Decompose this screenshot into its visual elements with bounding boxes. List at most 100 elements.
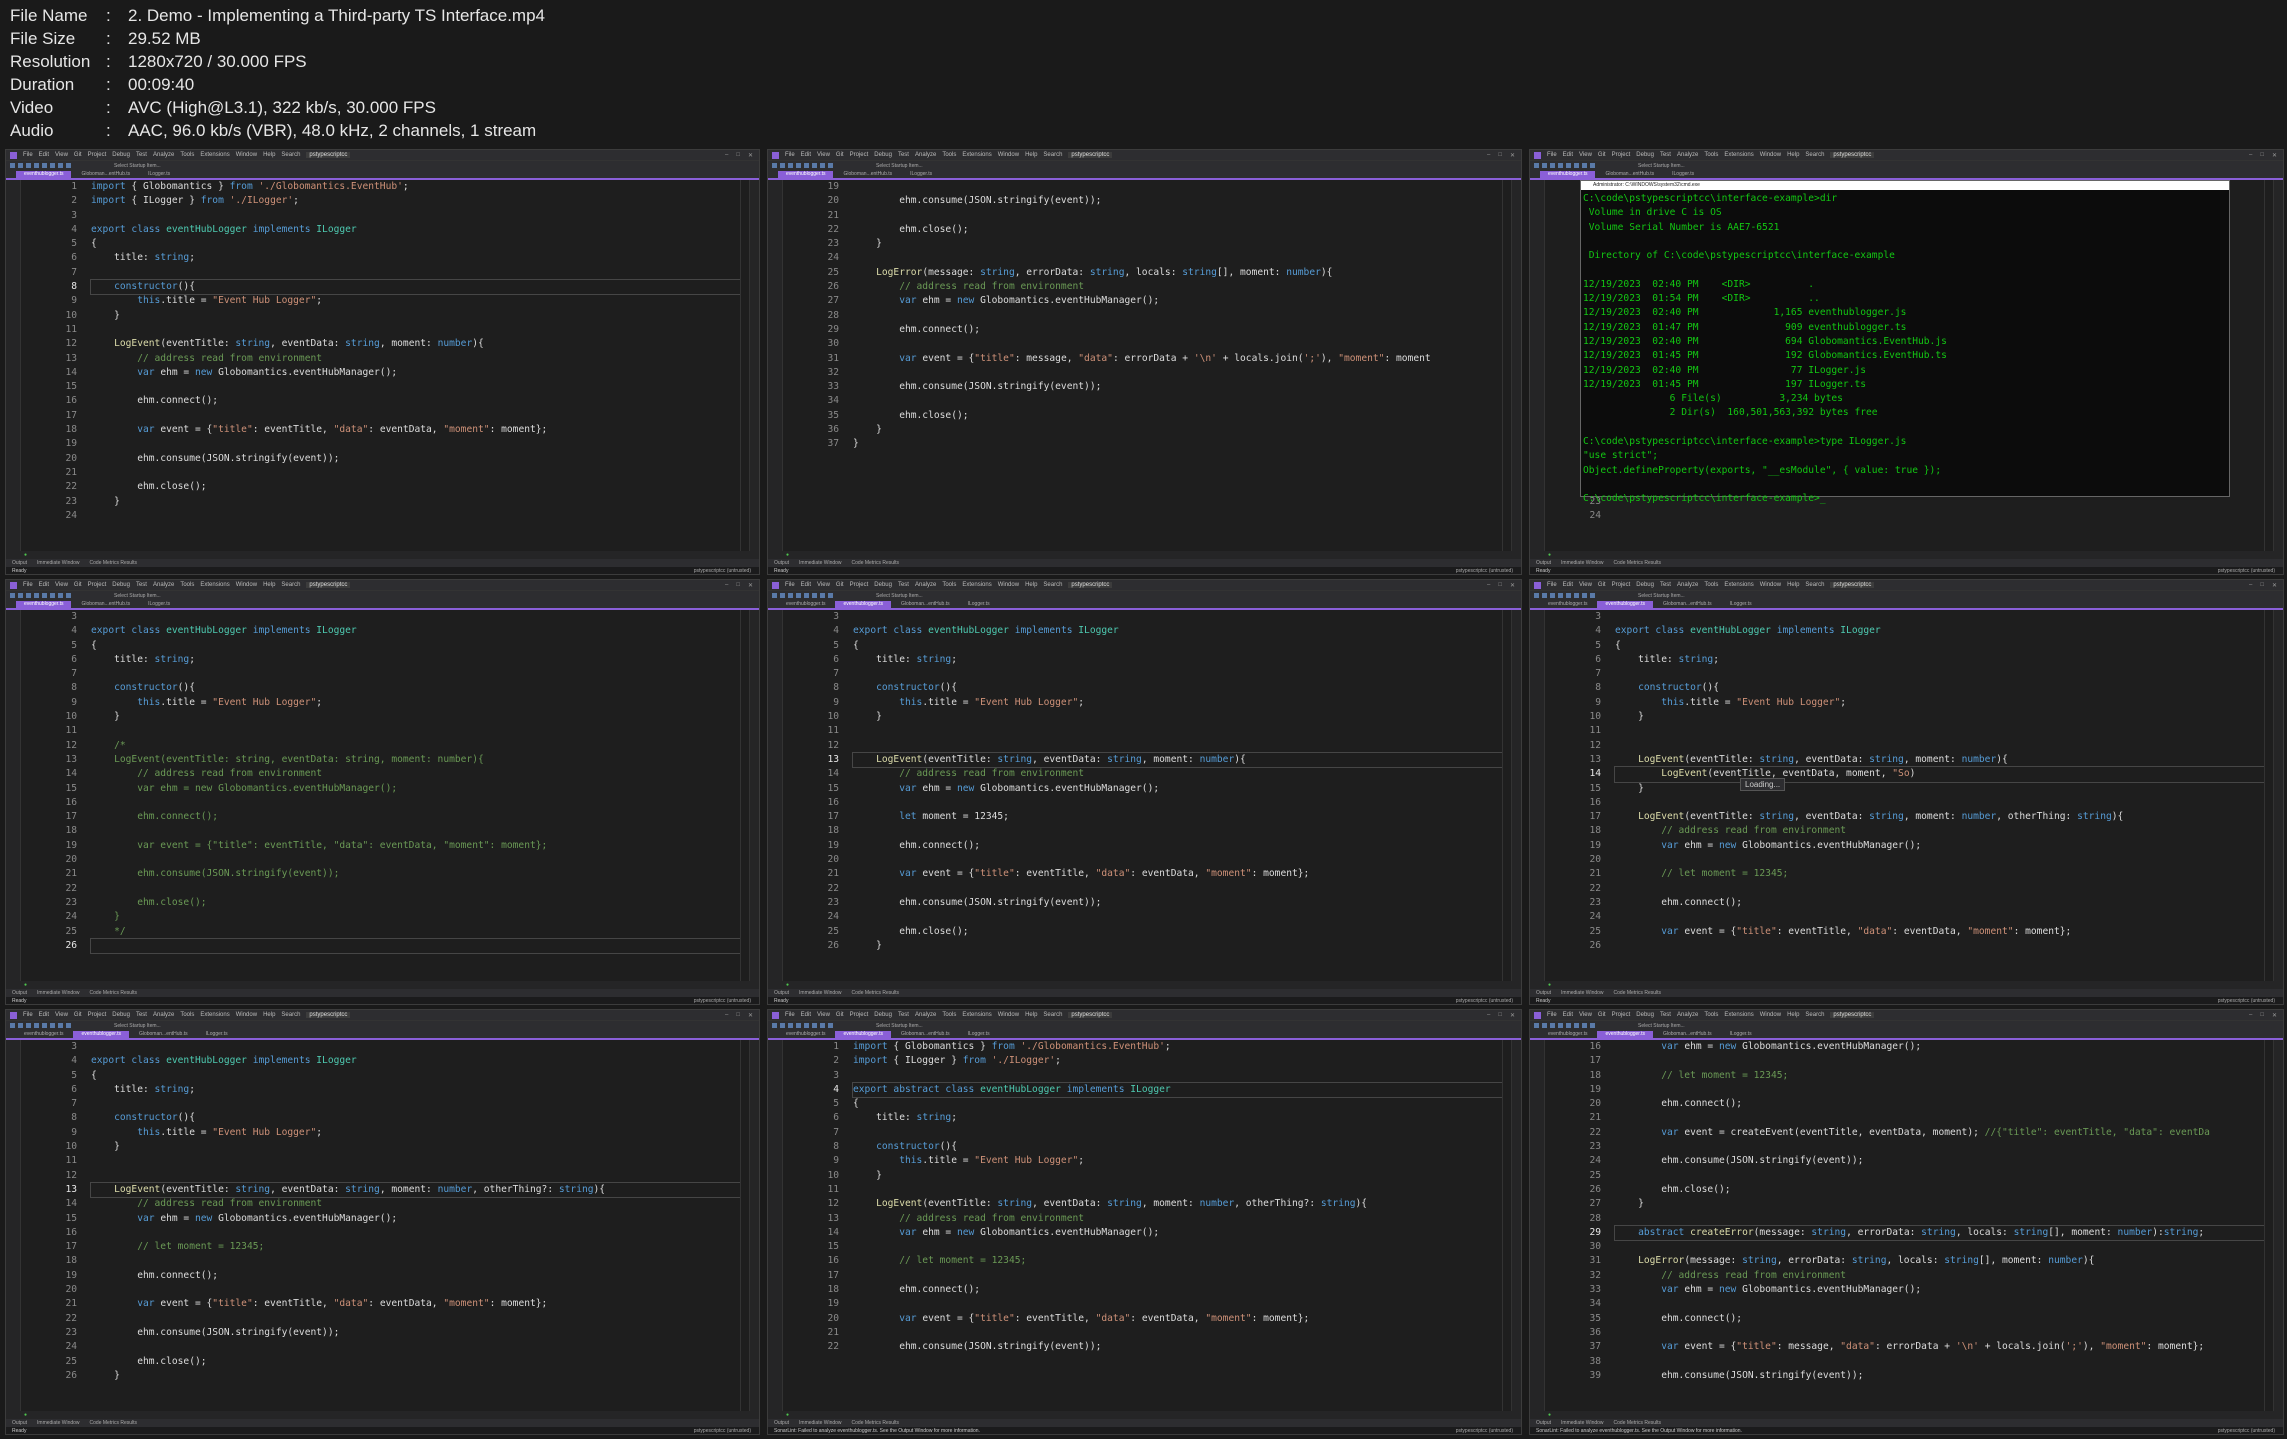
- command-prompt-window[interactable]: Administrator: C:\WINDOWS\system32\cmd.e…: [1580, 180, 2230, 504]
- toolbar-button-icon[interactable]: [780, 163, 785, 168]
- minimize-icon[interactable]: –: [2249, 1012, 2252, 1019]
- menu-item[interactable]: Project: [1612, 582, 1631, 588]
- output-tab[interactable]: Immediate Window: [37, 560, 80, 566]
- tab-file[interactable]: eventhublogger.ts: [1540, 1031, 1595, 1038]
- menu-item[interactable]: Edit: [39, 582, 49, 588]
- menu-item[interactable]: Project: [88, 152, 107, 158]
- menu-item[interactable]: Help: [1025, 1012, 1037, 1018]
- menu-item[interactable]: Git: [836, 152, 844, 158]
- menu-item[interactable]: File: [1547, 152, 1557, 158]
- menu-item[interactable]: Extensions: [1724, 1012, 1753, 1018]
- startup-item-dropdown[interactable]: Select Startup Item...: [114, 593, 161, 599]
- toolbar-button-icon[interactable]: [50, 1023, 55, 1028]
- menu-item[interactable]: Analyze: [1677, 582, 1698, 588]
- toolbox-sidebar[interactable]: [6, 1040, 21, 1411]
- output-tab[interactable]: Code Metrics Results: [852, 1420, 900, 1426]
- toolbar-button-icon[interactable]: [828, 1023, 833, 1028]
- vertical-scrollbar[interactable]: [740, 610, 749, 981]
- status-project[interactable]: pstypescriptcc (untrusted): [694, 998, 759, 1004]
- menu-item[interactable]: Search: [281, 152, 300, 158]
- status-project[interactable]: pstypescriptcc (untrusted): [694, 1428, 759, 1434]
- menu-item[interactable]: Project: [88, 582, 107, 588]
- menu-item[interactable]: Edit: [1563, 152, 1573, 158]
- menu-item[interactable]: Edit: [1563, 582, 1573, 588]
- menu-item[interactable]: Tools: [180, 582, 194, 588]
- menu-item[interactable]: Test: [136, 1012, 147, 1018]
- toolbar-button-icon[interactable]: [796, 1023, 801, 1028]
- toolbar-button-icon[interactable]: [812, 593, 817, 598]
- tab-file[interactable]: eventhublogger.ts: [1540, 171, 1596, 178]
- minimize-icon[interactable]: –: [1487, 1012, 1490, 1019]
- toolbar-button-icon[interactable]: [772, 163, 777, 168]
- output-tab[interactable]: Code Metrics Results: [90, 990, 138, 996]
- menu-item[interactable]: Extensions: [1724, 582, 1753, 588]
- output-tab[interactable]: Code Metrics Results: [1614, 990, 1662, 996]
- menu-item[interactable]: Project: [850, 1012, 869, 1018]
- close-icon[interactable]: ✕: [2272, 582, 2277, 589]
- tab-file[interactable]: ILogger.ts: [1664, 171, 1702, 178]
- menu-item[interactable]: Debug: [112, 152, 130, 158]
- toolbar-button-icon[interactable]: [34, 1023, 39, 1028]
- toolbar-button-icon[interactable]: [1566, 1023, 1571, 1028]
- menu-item[interactable]: Help: [1787, 1012, 1799, 1018]
- tab-file[interactable]: eventhublogger.ts: [16, 1031, 71, 1038]
- toolbar-button-icon[interactable]: [18, 1023, 23, 1028]
- toolbar-button-icon[interactable]: [820, 163, 825, 168]
- tab-file[interactable]: eventhublogger.ts: [778, 601, 833, 608]
- toolbar-button-icon[interactable]: [772, 593, 777, 598]
- menu-item[interactable]: Help: [263, 152, 275, 158]
- menu-item[interactable]: Debug: [1636, 582, 1654, 588]
- status-project[interactable]: pstypescriptcc (untrusted): [694, 568, 759, 574]
- code-area[interactable]: export class eventHubLogger implements I…: [87, 1040, 741, 1411]
- minimize-icon[interactable]: –: [2249, 582, 2252, 589]
- menu-item[interactable]: Test: [898, 152, 909, 158]
- code-editor[interactable]: 3 4 5 6 7 8 9 10 11 12 13 14 15 16 17 18 19 20 21 22 23 24 25 2…: [6, 610, 759, 981]
- menu-item[interactable]: View: [55, 582, 68, 588]
- toolbar-button-icon[interactable]: [1550, 163, 1555, 168]
- toolbar-button-icon[interactable]: [1566, 163, 1571, 168]
- tab-file[interactable]: Globoman...entHub.ts: [893, 1031, 958, 1038]
- menu-item[interactable]: Analyze: [153, 152, 174, 158]
- vertical-scrollbar[interactable]: [740, 1040, 749, 1411]
- menu-item[interactable]: Project: [850, 152, 869, 158]
- tab-file[interactable]: eventhublogger.ts: [73, 1031, 129, 1038]
- menu-item[interactable]: Tools: [1704, 582, 1718, 588]
- toolbar-button-icon[interactable]: [58, 593, 63, 598]
- menu-item[interactable]: Search: [1043, 152, 1062, 158]
- menu-item[interactable]: Window: [1760, 1012, 1781, 1018]
- code-editor[interactable]: 1 2 3 4 5 6 7 8 9 10 11 12 13 14 15 16 17 18 19 20 21 22 impor…: [768, 1040, 1521, 1411]
- tab-file[interactable]: ILogger.ts: [140, 601, 178, 608]
- toolbar-button-icon[interactable]: [18, 593, 23, 598]
- vertical-scrollbar[interactable]: [740, 180, 749, 551]
- output-tab[interactable]: Immediate Window: [1561, 990, 1604, 996]
- menu-item[interactable]: Analyze: [153, 582, 174, 588]
- menu-item[interactable]: Test: [898, 582, 909, 588]
- code-area[interactable]: ehm.consume(JSON.stringify(event)); ehm.…: [849, 180, 1502, 551]
- toolbar-button-icon[interactable]: [772, 1023, 777, 1028]
- tab-file[interactable]: ILogger.ts: [198, 1031, 236, 1038]
- menu-item[interactable]: File: [23, 582, 33, 588]
- menu-item[interactable]: Edit: [801, 582, 811, 588]
- menu-item[interactable]: Analyze: [1677, 1012, 1698, 1018]
- menu-item[interactable]: Tools: [180, 1012, 194, 1018]
- maximize-icon[interactable]: □: [2260, 1012, 2264, 1019]
- startup-item-dropdown[interactable]: Select Startup Item...: [114, 163, 161, 169]
- toolbar-button-icon[interactable]: [50, 593, 55, 598]
- toolbar-button-icon[interactable]: [804, 1023, 809, 1028]
- code-area[interactable]: var ehm = new Globomantics.eventHubManag…: [1611, 1040, 2265, 1411]
- menu-item[interactable]: Extensions: [962, 582, 991, 588]
- solution-explorer-sidebar[interactable]: [1511, 610, 1521, 981]
- code-area[interactable]: export class eventHubLogger implements I…: [87, 610, 741, 981]
- close-icon[interactable]: ✕: [1510, 1012, 1515, 1019]
- toolbar-button-icon[interactable]: [66, 163, 71, 168]
- menu-item[interactable]: View: [1579, 152, 1592, 158]
- status-project[interactable]: pstypescriptcc (untrusted): [2218, 1428, 2283, 1434]
- tab-file[interactable]: Globoman...entHub.ts: [131, 1031, 196, 1038]
- minimize-icon[interactable]: –: [2249, 152, 2252, 159]
- menu-item[interactable]: Debug: [874, 152, 892, 158]
- close-icon[interactable]: ✕: [2272, 152, 2277, 159]
- maximize-icon[interactable]: □: [736, 152, 740, 159]
- toolbar-button-icon[interactable]: [1590, 593, 1595, 598]
- code-editor[interactable]: 3 4 5 6 7 8 9 10 11 12 13 14 15 16 17 18 19 20 21 22 23 24 25 2…: [768, 610, 1521, 981]
- toolbox-sidebar[interactable]: [768, 610, 783, 981]
